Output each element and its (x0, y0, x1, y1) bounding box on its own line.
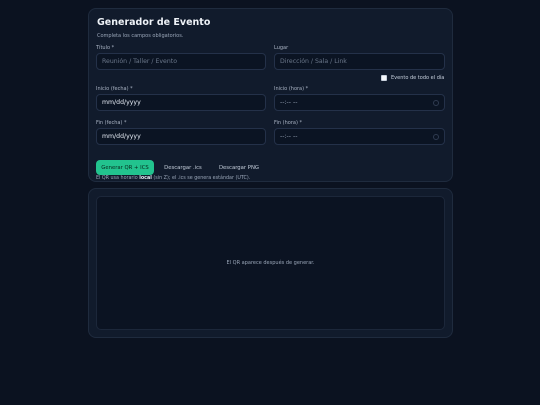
titulo-input[interactable]: Reunión / Taller / Evento (96, 53, 266, 70)
all-day-label: Evento de todo el día (391, 75, 445, 81)
inicio-hora-value: --:-- -- (280, 99, 298, 106)
clock-icon (433, 133, 439, 140)
lugar-input[interactable]: Dirección / Sala / Link (274, 53, 445, 70)
all-day-toggle[interactable]: Evento de todo el día (381, 75, 444, 81)
timezone-note: El QR usa horario local (sin Z); el .ics… (96, 176, 250, 181)
qr-preview: El QR aparece después de generar. (96, 196, 445, 330)
qr-card: El QR aparece después de generar. (88, 188, 453, 338)
page-title: Generador de Evento (97, 17, 211, 28)
generate-button[interactable]: Generar QR + ICS (96, 160, 154, 175)
fin-hora-label: Fin (hora) * (274, 120, 302, 126)
note-prefix: El QR usa horario (96, 176, 140, 181)
download-png-button[interactable]: Descargar PNG (213, 160, 265, 175)
note-suffix: (sin Z); el .ics se genera estándar (UTC… (151, 176, 251, 181)
fin-hora-value: --:-- -- (280, 133, 298, 140)
form-subtitle: Completa los campos obligatorios. (97, 33, 184, 39)
inicio-fecha-input[interactable]: mm/dd/yyyy (96, 94, 266, 111)
all-day-checkbox[interactable] (381, 75, 387, 81)
clock-icon (433, 99, 439, 106)
inicio-hora-label: Inicio (hora) * (274, 86, 309, 92)
fin-fecha-label: Fin (fecha) * (96, 120, 127, 126)
fin-hora-input[interactable]: --:-- -- (274, 128, 445, 145)
download-ics-button[interactable]: Descargar .ics (159, 160, 207, 175)
titulo-label: Título * (96, 45, 115, 51)
lugar-placeholder: Dirección / Sala / Link (280, 58, 347, 65)
inicio-fecha-label: Inicio (fecha) * (96, 86, 133, 92)
qr-placeholder-text: El QR aparece después de generar. (226, 260, 315, 266)
inicio-fecha-value: mm/dd/yyyy (102, 99, 141, 106)
fin-fecha-input[interactable]: mm/dd/yyyy (96, 128, 266, 145)
lugar-label: Lugar (274, 45, 289, 51)
note-bold: local (139, 176, 152, 181)
fin-fecha-value: mm/dd/yyyy (102, 133, 141, 140)
event-form-card: Generador de Evento Completa los campos … (88, 8, 453, 182)
inicio-hora-input[interactable]: --:-- -- (274, 94, 445, 111)
titulo-placeholder: Reunión / Taller / Evento (102, 58, 177, 65)
